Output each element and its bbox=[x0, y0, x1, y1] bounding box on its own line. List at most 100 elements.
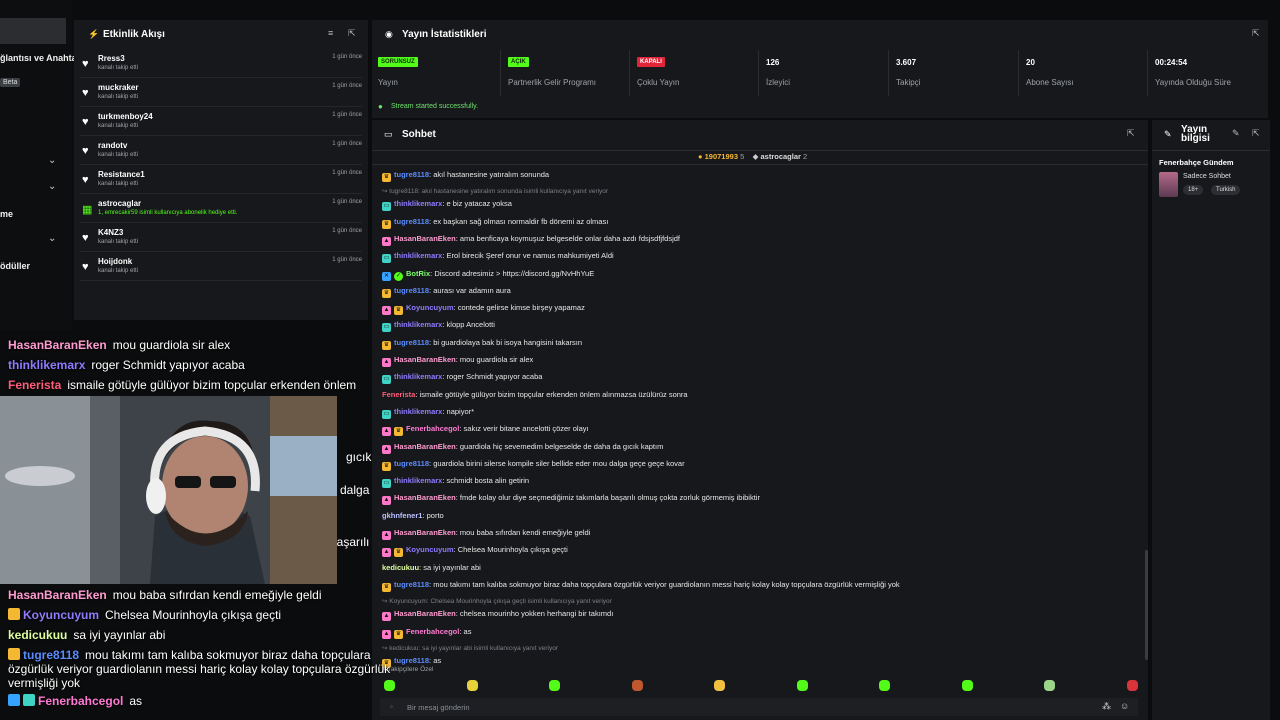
activity-username[interactable]: astrocaglar bbox=[98, 199, 141, 208]
chat-message[interactable]: ▭ thinklikemarx: Erol birecik Şeref onur … bbox=[382, 251, 614, 264]
tag-badge[interactable]: 18+ bbox=[1183, 185, 1204, 195]
activity-username[interactable]: Rress3 bbox=[98, 54, 125, 63]
chat-message[interactable]: ▲ ♛ Koyuncuyum: Chelsea Mourinhoyla çıkışa… bbox=[382, 545, 568, 558]
chat-username[interactable]: Fenerista bbox=[382, 390, 415, 399]
gifter-name[interactable]: astrocaglar bbox=[760, 152, 800, 161]
chat-username[interactable]: tugre8118 bbox=[394, 170, 429, 179]
activity-username[interactable]: randotv bbox=[98, 141, 127, 150]
activity-item[interactable]: ♥ K4NZ3 kanalı takip etti 1 gün önce bbox=[80, 224, 362, 252]
chat-message[interactable]: ▭ thinklikemarx: e biz yatacaz yoksa bbox=[382, 199, 512, 212]
chat-username[interactable]: HasanBaranEken bbox=[394, 355, 456, 364]
chat-username[interactable]: HasanBaranEken bbox=[394, 609, 456, 618]
chat-message[interactable]: ✕ ✓ BotRix: Discord adresimiz > https://di… bbox=[382, 269, 594, 281]
chat-message[interactable]: ▲ HasanBaranEken: mou guardiola sir alex bbox=[382, 355, 533, 367]
activity-item[interactable]: ♥ turkmenboy24 kanalı takip etti 1 gün önce bbox=[80, 108, 362, 136]
chat-message[interactable]: ▭ thinklikemarx: napiyor* bbox=[382, 407, 474, 419]
emoji-icon[interactable]: ☺ bbox=[1120, 701, 1129, 711]
chat-username[interactable]: HasanBaranEken bbox=[394, 493, 456, 502]
category-name[interactable]: Sadece Sohbet bbox=[1183, 173, 1231, 180]
chat-username[interactable]: thinklikemarx bbox=[394, 476, 442, 485]
chat-username[interactable]: thinklikemarx bbox=[394, 320, 442, 329]
blob-emote-icon[interactable] bbox=[879, 680, 890, 691]
chat-message[interactable]: ▲ HasanBaranEken: chelsea mourinho yokken… bbox=[382, 609, 613, 622]
chat-username[interactable]: thinklikemarx bbox=[394, 251, 442, 260]
bucket-emote-icon[interactable] bbox=[549, 680, 560, 691]
chat-username[interactable]: thinklikemarx bbox=[394, 372, 442, 381]
chat-username[interactable]: tugre8118 bbox=[394, 656, 429, 665]
activity-username[interactable]: Resistance1 bbox=[98, 170, 145, 179]
activity-item[interactable]: ♥ randotv kanalı takip etti 1 gün önce bbox=[80, 137, 362, 165]
chat-username[interactable]: Koyuncuyum bbox=[406, 303, 454, 312]
chat-username[interactable]: gkhnfener1 bbox=[382, 511, 422, 520]
chat-message[interactable]: gkhnfener1: porto bbox=[382, 511, 444, 520]
chat-username[interactable]: thinklikemarx bbox=[394, 407, 442, 416]
left-menu-item[interactable]: ödüller bbox=[0, 261, 30, 271]
chat-message[interactable]: ▲ HasanBaranEken: fmde kolay olur diye se… bbox=[382, 493, 760, 506]
chat-message[interactable]: ♛ tugre8118: bi guardiolaya bak bi isoya … bbox=[382, 338, 582, 350]
left-tab[interactable] bbox=[0, 18, 66, 44]
chat-message[interactable]: Fenerista: ismaile götüyle gülüyor bizim… bbox=[382, 390, 688, 399]
box-emote-icon[interactable] bbox=[631, 680, 643, 691]
popout-icon[interactable]: ⇱ bbox=[348, 28, 356, 39]
chat-input[interactable]: ◦ Bir mesaj gönderin ⁂ ☺ bbox=[380, 698, 1138, 716]
chat-message[interactable]: ▭ thinklikemarx: schmidt bosta alin getir… bbox=[382, 476, 529, 489]
chat-message[interactable]: ♛ tugre8118: aurası var adamın aura bbox=[382, 286, 511, 298]
chat-message[interactable]: ▲ HasanBaranEken: guardiola hiç sevemedim… bbox=[382, 442, 663, 454]
chat-username[interactable]: tugre8118 bbox=[394, 580, 429, 589]
frog-emote-icon[interactable] bbox=[384, 680, 395, 691]
activity-item[interactable]: ♥ muckraker kanalı takip etti 1 gün önce bbox=[80, 79, 362, 107]
activity-item[interactable]: ♥ Hoijdonk kanalı takip etti 1 gün önce bbox=[80, 253, 362, 281]
activity-item[interactable]: ♥ Rress3 kanalı takip etti 1 gün önce bbox=[80, 50, 362, 78]
face-emote-icon[interactable] bbox=[714, 680, 725, 691]
activity-item[interactable]: ♥ Resistance1 kanalı takip etti 1 gün önce bbox=[80, 166, 362, 194]
activity-username[interactable]: turkmenboy24 bbox=[98, 112, 153, 121]
popout-icon[interactable]: ⇱ bbox=[1127, 128, 1135, 139]
chat-username[interactable]: kedicukuu bbox=[382, 563, 419, 572]
edit-icon[interactable]: ✎ bbox=[1232, 128, 1240, 139]
activity-username[interactable]: muckraker bbox=[98, 83, 138, 92]
filter-icon[interactable]: ≡ bbox=[328, 28, 333, 38]
chat-username[interactable]: Fenerbahcegol bbox=[406, 627, 459, 636]
activity-username[interactable]: Hoijdonk bbox=[98, 257, 132, 266]
translate-icon[interactable]: ⁂ bbox=[1102, 701, 1111, 712]
chat-username[interactable]: thinklikemarx bbox=[394, 199, 442, 208]
chat-username[interactable]: Koyuncuyum bbox=[406, 545, 454, 554]
chat-message[interactable]: ▲ HasanBaranEken: mou baba sıfırdan kendi… bbox=[382, 528, 590, 540]
chat-message[interactable]: ♛ tugre8118: mou takımı tam kalıba sokmuy… bbox=[382, 580, 900, 592]
chat-message[interactable]: ▲ ♛ Fenerbahcegol: sakız verir bitane ance… bbox=[382, 424, 589, 437]
chevron-down-icon[interactable]: ⌄ bbox=[48, 155, 56, 166]
chat-message[interactable]: kedicukuu: sa iyi yayınlar abi bbox=[382, 563, 481, 572]
chat-username[interactable]: HasanBaranEken bbox=[394, 528, 456, 537]
chat-username[interactable]: BotRix bbox=[406, 269, 430, 278]
chat-message[interactable]: ▲ ♛ Fenerbahcegol: as bbox=[382, 627, 471, 639]
chat-username[interactable]: tugre8118 bbox=[394, 459, 429, 468]
chat-username[interactable]: tugre8118 bbox=[394, 217, 429, 226]
chat-message[interactable]: ♛ tugre8118: ex başkan sağ olması normald… bbox=[382, 217, 608, 229]
chat-message[interactable]: ▭ thinklikemarx: roger Schmidt yapıyor ac… bbox=[382, 372, 542, 385]
chat-username[interactable]: Fenerbahcegol bbox=[406, 424, 459, 433]
chat-username[interactable]: tugre8118 bbox=[394, 286, 429, 295]
chat-message[interactable]: ▭ thinklikemarx: klopp Ancelotti bbox=[382, 320, 495, 333]
chat-username[interactable]: HasanBaranEken bbox=[394, 234, 456, 243]
scrollbar[interactable] bbox=[1145, 550, 1148, 660]
left-menu-item[interactable]: ğlantısı ve Anahta bbox=[0, 53, 77, 63]
activity-item[interactable]: ▦ astrocaglar 1, emrecakir59 isimli kullan… bbox=[80, 195, 362, 223]
duck-emote-icon[interactable] bbox=[466, 680, 478, 691]
blob-emote-icon[interactable] bbox=[961, 680, 973, 691]
chat-message[interactable]: ♛ tugre8118: akıl hastanesine yatıralım s… bbox=[382, 170, 549, 182]
ball-emote-icon[interactable] bbox=[1044, 680, 1055, 691]
chat-username[interactable]: HasanBaranEken bbox=[394, 442, 456, 451]
chevron-down-icon[interactable]: ⌄ bbox=[48, 233, 56, 244]
chat-username[interactable]: tugre8118 bbox=[394, 338, 429, 347]
chevron-down-icon[interactable]: ⌄ bbox=[48, 181, 56, 192]
popout-icon[interactable]: ⇱ bbox=[1252, 128, 1260, 139]
chat-message[interactable]: ▲ HasanBaranEken: ama benficaya koymuşuz … bbox=[382, 234, 680, 246]
mail-emote-icon[interactable] bbox=[1126, 680, 1138, 691]
category-thumbnail[interactable] bbox=[1159, 172, 1178, 197]
chat-message[interactable]: ♛ tugre8118: guardiola birini silerse kom… bbox=[382, 459, 685, 471]
gifter-name[interactable]: 19071993 bbox=[705, 152, 738, 161]
tag-badge[interactable]: Turkish bbox=[1211, 185, 1241, 195]
popout-icon[interactable]: ⇱ bbox=[1252, 28, 1260, 39]
spin-emote-icon[interactable] bbox=[796, 680, 808, 691]
chat-message[interactable]: ▲ ♛ Koyuncuyum: contede gelirse kimse birş… bbox=[382, 303, 585, 316]
